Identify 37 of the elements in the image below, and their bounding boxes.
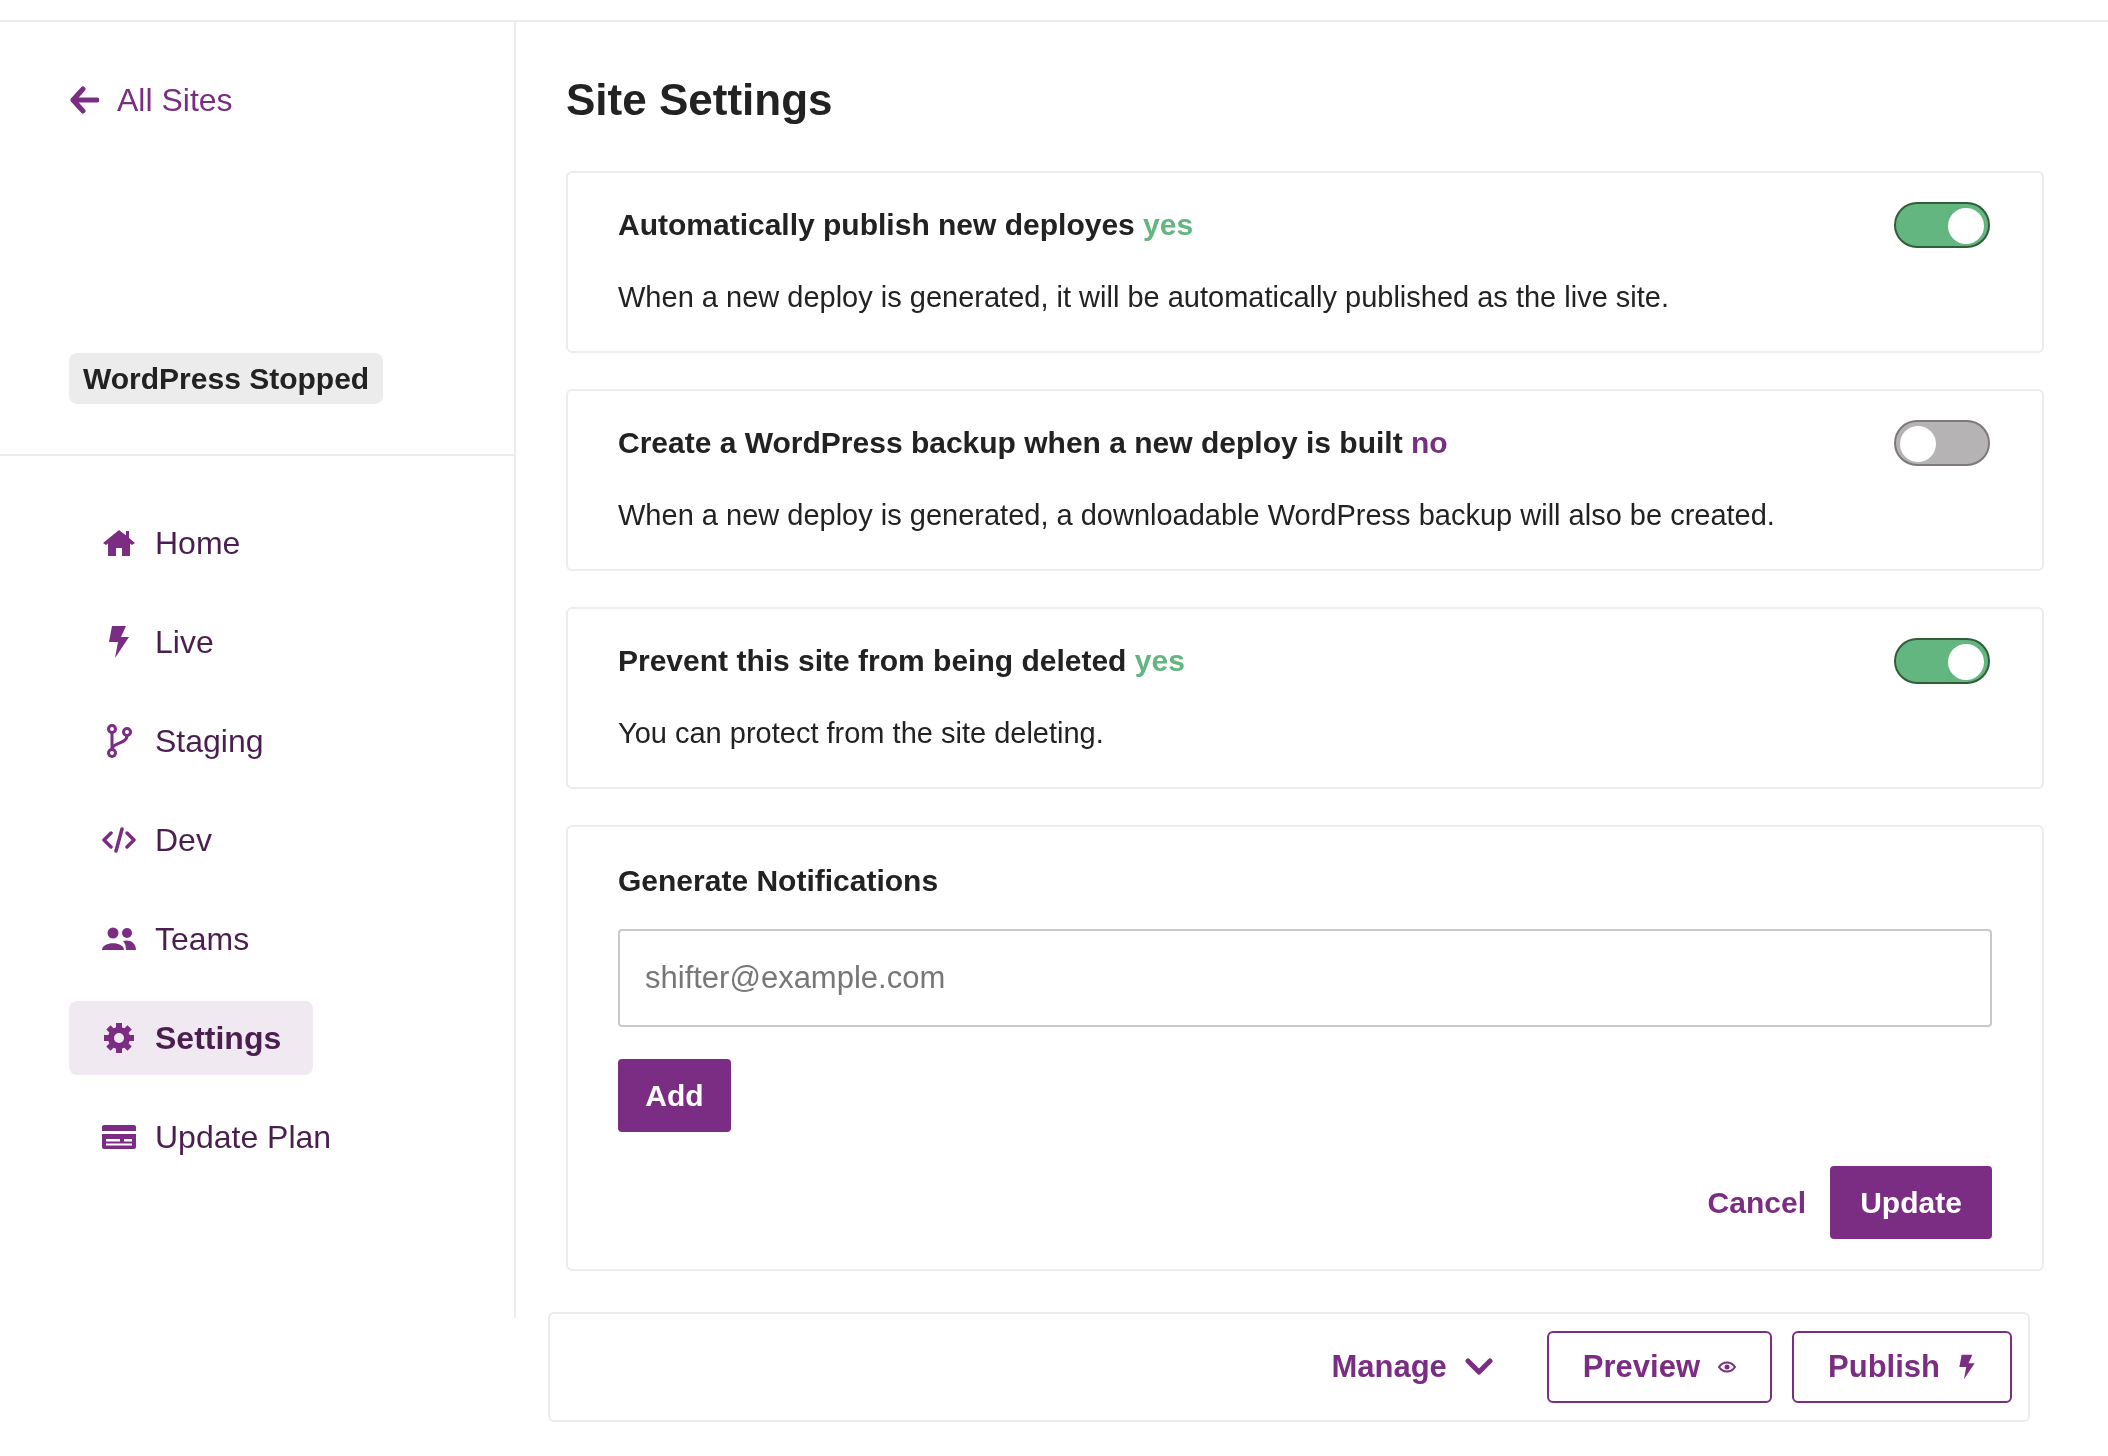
lightning-icon (1958, 1354, 1976, 1380)
status-badge: WordPress Stopped (69, 353, 384, 404)
toggle-switch[interactable] (1894, 420, 1990, 466)
email-input-field[interactable]: shifter@example.com (618, 929, 1992, 1027)
nav-item[interactable]: Teams (69, 902, 312, 976)
nav-item[interactable]: Settings (69, 1001, 314, 1075)
arrow-left-icon (69, 86, 99, 114)
toggle-switch[interactable] (1894, 638, 1990, 684)
nav-item[interactable]: Live (69, 605, 312, 679)
nav-item[interactable]: Home (69, 506, 312, 580)
credit-card-icon (102, 1124, 136, 1150)
preview-button[interactable]: Preview (1546, 1331, 1773, 1403)
eye-icon (1718, 1361, 1737, 1373)
users-icon (101, 927, 137, 951)
nav-item[interactable]: Staging (69, 704, 312, 778)
lightning-icon (108, 625, 130, 659)
setting-description: When a new deploy is generated, a downloadable WordPress backup will also be created. (618, 498, 1776, 533)
publish-button[interactable]: Publish (1792, 1331, 2012, 1403)
nav-item[interactable]: Dev (69, 803, 312, 877)
add-button[interactable]: Add (618, 1059, 731, 1132)
setting-title: Create a WordPress backup when a new deploy is built no (618, 426, 1448, 460)
setting-description: When a new deploy is generated, it will be automatically published as the live site. (618, 280, 1671, 315)
code-icon (102, 827, 136, 853)
section-title: Generate Notifications (618, 863, 940, 899)
toggle-switch[interactable] (1894, 202, 1990, 248)
page-title: Site Settings (566, 74, 834, 126)
setting-description: You can protect from the site deleting. (618, 716, 1105, 751)
nav-item[interactable]: Update Plan (69, 1100, 364, 1174)
gear-icon (102, 1021, 136, 1055)
chevron-down-icon (1464, 1358, 1493, 1376)
setting-title: Prevent this site from being deleted yes (618, 644, 1185, 678)
update-button[interactable]: Update (1830, 1166, 1992, 1239)
branch-icon (105, 724, 133, 758)
setting-title: Automatically publish new deployes yes (618, 208, 1194, 242)
house-icon (102, 528, 136, 558)
back-link[interactable]: All Sites (69, 80, 233, 120)
cancel-button[interactable]: Cancel (1707, 1166, 1806, 1239)
